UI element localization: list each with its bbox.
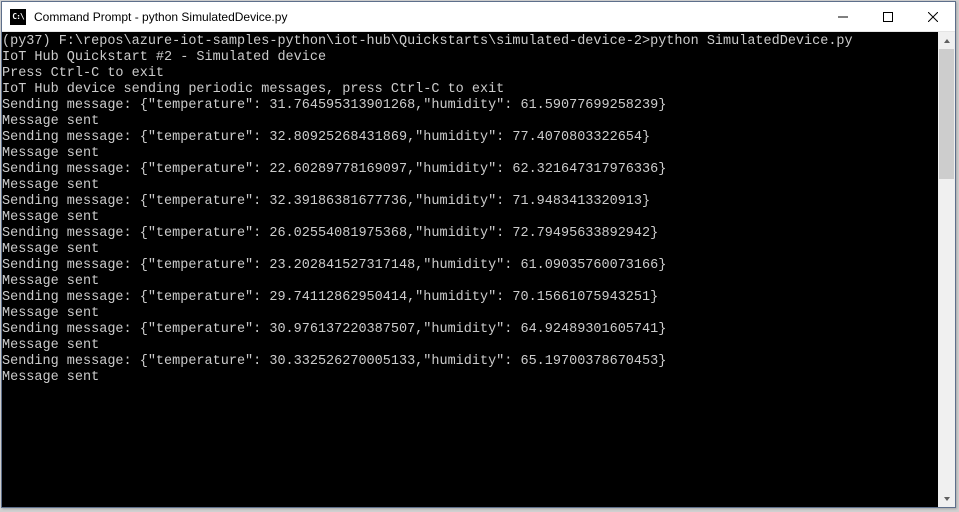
terminal-line: Sending message: {"temperature": 31.7645… — [2, 98, 938, 114]
terminal-line: Sending message: {"temperature": 30.3325… — [2, 354, 938, 370]
scroll-track[interactable] — [938, 49, 955, 490]
terminal-line: Message sent — [2, 242, 938, 258]
client-area: (py37) F:\repos\azure-iot-samples-python… — [2, 32, 955, 507]
cmd-icon-text: C:\ — [12, 12, 23, 21]
terminal-line: Message sent — [2, 338, 938, 354]
window-title: Command Prompt - python SimulatedDevice.… — [34, 10, 820, 24]
terminal-line: Sending message: {"temperature": 29.7411… — [2, 290, 938, 306]
scroll-up-arrow-icon[interactable] — [938, 32, 955, 49]
vertical-scrollbar[interactable] — [938, 32, 955, 507]
terminal-line: Message sent — [2, 306, 938, 322]
terminal-line: Sending message: {"temperature": 26.0255… — [2, 226, 938, 242]
window-controls — [820, 2, 955, 31]
terminal-line: Sending message: {"temperature": 32.8092… — [2, 130, 938, 146]
terminal-output[interactable]: (py37) F:\repos\azure-iot-samples-python… — [2, 32, 938, 507]
titlebar[interactable]: C:\ Command Prompt - python SimulatedDev… — [2, 2, 955, 32]
terminal-line: Message sent — [2, 114, 938, 130]
command-prompt-window: C:\ Command Prompt - python SimulatedDev… — [1, 1, 956, 508]
terminal-line: Press Ctrl-C to exit — [2, 66, 938, 82]
terminal-line: Sending message: {"temperature": 30.9761… — [2, 322, 938, 338]
terminal-line: IoT Hub device sending periodic messages… — [2, 82, 938, 98]
scroll-thumb[interactable] — [939, 49, 954, 179]
terminal-line: Sending message: {"temperature": 23.2028… — [2, 258, 938, 274]
terminal-line: (py37) F:\repos\azure-iot-samples-python… — [2, 34, 938, 50]
minimize-button[interactable] — [820, 2, 865, 31]
terminal-line: Message sent — [2, 146, 938, 162]
terminal-line: Sending message: {"temperature": 32.3918… — [2, 194, 938, 210]
scroll-down-arrow-icon[interactable] — [938, 490, 955, 507]
terminal-line: Message sent — [2, 178, 938, 194]
cmd-icon: C:\ — [10, 9, 26, 25]
terminal-line: IoT Hub Quickstart #2 - Simulated device — [2, 50, 938, 66]
terminal-line: Sending message: {"temperature": 22.6028… — [2, 162, 938, 178]
terminal-line: Message sent — [2, 210, 938, 226]
terminal-line: Message sent — [2, 370, 938, 386]
close-button[interactable] — [910, 2, 955, 31]
terminal-line: Message sent — [2, 274, 938, 290]
maximize-button[interactable] — [865, 2, 910, 31]
